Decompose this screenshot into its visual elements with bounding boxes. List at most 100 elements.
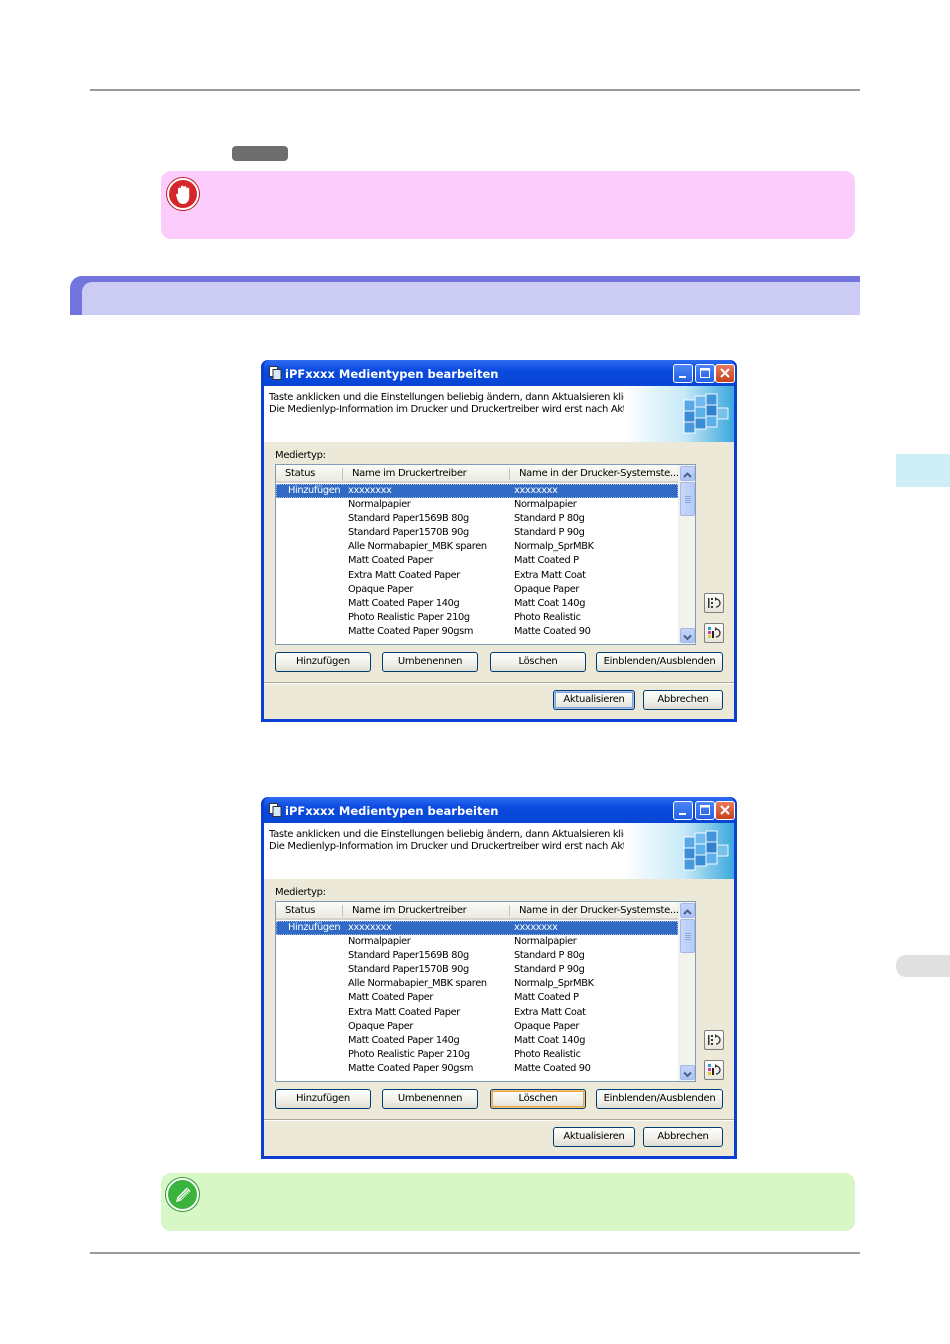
- table-row[interactable]: Hinzufügen xxxxxxxx xxxxxxxx: [276, 921, 678, 936]
- minimize-button[interactable]: [673, 364, 693, 383]
- bottom-rule: [90, 1252, 860, 1254]
- printer-name-cell: Extra Matt Coat: [514, 569, 586, 581]
- instruction-line-1: Taste anklicken und die Einstellungen be…: [269, 829, 648, 840]
- printer-name-cell: xxxxxxxx: [514, 485, 558, 496]
- close-button[interactable]: [715, 364, 735, 383]
- column-header-driver-name[interactable]: Name im Druckertreiber: [352, 468, 467, 479]
- cancel-button[interactable]: Abbrechen: [643, 1127, 723, 1147]
- maximize-button[interactable]: [695, 801, 715, 820]
- table-row[interactable]: Opaque Paper Opaque Paper: [276, 1020, 678, 1034]
- scroll-down-button[interactable]: [680, 1065, 695, 1080]
- side-tab-active[interactable]: [896, 454, 950, 487]
- table-row[interactable]: Alle Normabapier_MBK sparen Normalp_SprMB…: [276, 977, 678, 991]
- media-type-list[interactable]: Status Name im Druckertreiber Name in de…: [275, 464, 696, 645]
- rename-button[interactable]: Umbenennen: [382, 652, 478, 672]
- table-row[interactable]: Photo Realistic Paper 210g Photo Realisti…: [276, 1048, 678, 1062]
- printer-name-cell: Standard P 80g: [514, 950, 585, 962]
- dialog-client-area: Taste anklicken und die Einstellungen be…: [264, 386, 734, 719]
- table-row[interactable]: Matt Coated Paper 140g Matt Coat 140g: [276, 597, 678, 611]
- add-button[interactable]: Hinzufügen: [275, 1089, 371, 1109]
- dialog-titlebar[interactable]: iPFxxxx Medientypen bearbeiten: [264, 360, 735, 386]
- rename-button[interactable]: Umbenennen: [382, 1089, 478, 1109]
- app-icon: [269, 803, 282, 817]
- list-body: Hinzufügen xxxxxxxx xxxxxxxx Normalpapier No…: [276, 921, 678, 1076]
- status-cell: Hinzufügen: [288, 485, 341, 496]
- printer-name-cell: Normalp_SprMBK: [514, 978, 594, 990]
- reset-order-button[interactable]: [704, 593, 724, 613]
- maximize-icon: [700, 805, 710, 815]
- table-row[interactable]: Standard Paper1570B 90g Standard P 90g: [276, 526, 678, 540]
- reset-order-button[interactable]: [704, 1030, 724, 1050]
- list-reset-icon: [708, 597, 721, 608]
- table-row[interactable]: Opaque Paper Opaque Paper: [276, 583, 678, 597]
- note-callout: [161, 1173, 855, 1231]
- minimize-button[interactable]: [673, 801, 693, 820]
- table-row[interactable]: Standard Paper1569B 80g Standard P 80g: [276, 949, 678, 963]
- add-button[interactable]: Hinzufügen: [275, 652, 371, 672]
- maximize-button[interactable]: [695, 364, 715, 383]
- driver-name-cell: Alle Normabapier_MBK sparen: [348, 978, 487, 990]
- table-row[interactable]: Matt Coated Paper Matt Coated P: [276, 991, 678, 1005]
- table-row[interactable]: Matt Coated Paper 140g Matt Coat 140g: [276, 1034, 678, 1048]
- printer-name-cell: Standard P 80g: [514, 513, 585, 525]
- column-header-driver-name[interactable]: Name im Druckertreiber: [352, 905, 467, 916]
- chevron-down-icon: [683, 634, 692, 641]
- instruction-line-1: Taste anklicken und die Einstellungen be…: [269, 392, 648, 403]
- driver-name-cell: Standard Paper1570B 90g: [348, 527, 469, 539]
- list-header: Status Name im Druckertreiber Name in de…: [276, 465, 679, 483]
- show-hide-button[interactable]: Einblenden/Ausblenden: [596, 1089, 723, 1109]
- printer-refresh-icon: [708, 627, 721, 638]
- printer-name-cell: Standard P 90g: [514, 527, 585, 539]
- delete-button[interactable]: Löschen: [490, 1089, 586, 1109]
- list-scrollbar[interactable]: [678, 902, 695, 1081]
- driver-name-cell: Matt Coated Paper: [348, 992, 434, 1004]
- top-rule: [90, 89, 860, 91]
- table-row[interactable]: Normalpapier Normalpapier: [276, 935, 678, 949]
- printer-name-cell: xxxxxxxx: [514, 922, 558, 933]
- table-row[interactable]: Matte Coated Paper 90gsm Matte Coated 90: [276, 625, 678, 639]
- column-header-status[interactable]: Status: [285, 905, 315, 916]
- printer-name-cell: Extra Matt Coat: [514, 1006, 586, 1018]
- table-row[interactable]: Extra Matt Coated Paper Extra Matt Coat: [276, 1006, 678, 1020]
- table-row[interactable]: Normalpapier Normalpapier: [276, 498, 678, 512]
- minimize-icon: [679, 376, 686, 378]
- refresh-printer-info-button[interactable]: [704, 1060, 724, 1080]
- close-icon: [720, 368, 730, 378]
- printer-name-cell: Matt Coat 140g: [514, 1034, 586, 1046]
- driver-name-cell: Extra Matt Coated Paper: [348, 569, 460, 581]
- chevron-down-icon: [683, 1071, 692, 1078]
- scroll-up-button[interactable]: [680, 903, 695, 918]
- media-type-label: Mediertyp:: [275, 887, 326, 898]
- scroll-down-button[interactable]: [680, 628, 695, 643]
- delete-button[interactable]: Löschen: [490, 652, 586, 672]
- table-row[interactable]: Photo Realistic Paper 210g Photo Realisti…: [276, 611, 678, 625]
- column-header-printer-name[interactable]: Name in der Drucker-Systemste...: [519, 468, 679, 479]
- chevron-up-icon: [683, 909, 692, 915]
- table-row[interactable]: Standard Paper1569B 80g Standard P 80g: [276, 512, 678, 526]
- driver-name-cell: Matt Coated Paper 140g: [348, 1034, 460, 1046]
- column-header-status[interactable]: Status: [285, 468, 315, 479]
- update-button[interactable]: Aktualisieren: [553, 1127, 635, 1147]
- printer-name-cell: Matte Coated 90: [514, 1062, 591, 1074]
- scroll-thumb[interactable]: [680, 919, 695, 953]
- table-row[interactable]: Matte Coated Paper 90gsm Matte Coated 90: [276, 1062, 678, 1076]
- list-scrollbar[interactable]: [678, 465, 695, 644]
- table-row[interactable]: Alle Normabapier_MBK sparen Normalp_SprMB…: [276, 540, 678, 554]
- dialog-titlebar[interactable]: iPFxxxx Medientypen bearbeiten: [264, 797, 735, 823]
- cancel-button[interactable]: Abbrechen: [643, 690, 723, 710]
- refresh-printer-info-button[interactable]: [704, 623, 724, 643]
- section-header-bar: [70, 276, 860, 315]
- scroll-up-button[interactable]: [680, 466, 695, 481]
- minimize-icon: [679, 813, 686, 815]
- table-row[interactable]: Extra Matt Coated Paper Extra Matt Coat: [276, 569, 678, 583]
- close-button[interactable]: [715, 801, 735, 820]
- table-row[interactable]: Matt Coated Paper Matt Coated P: [276, 554, 678, 568]
- side-tab[interactable]: [896, 955, 950, 977]
- show-hide-button[interactable]: Einblenden/Ausblenden: [596, 652, 723, 672]
- column-header-printer-name[interactable]: Name in der Drucker-Systemste...: [519, 905, 679, 916]
- table-row[interactable]: Hinzufügen xxxxxxxx xxxxxxxx: [276, 484, 678, 499]
- table-row[interactable]: Standard Paper1570B 90g Standard P 90g: [276, 963, 678, 977]
- media-type-list[interactable]: Status Name im Druckertreiber Name in de…: [275, 901, 696, 1082]
- update-button[interactable]: Aktualisieren: [553, 690, 635, 710]
- scroll-thumb[interactable]: [680, 482, 695, 516]
